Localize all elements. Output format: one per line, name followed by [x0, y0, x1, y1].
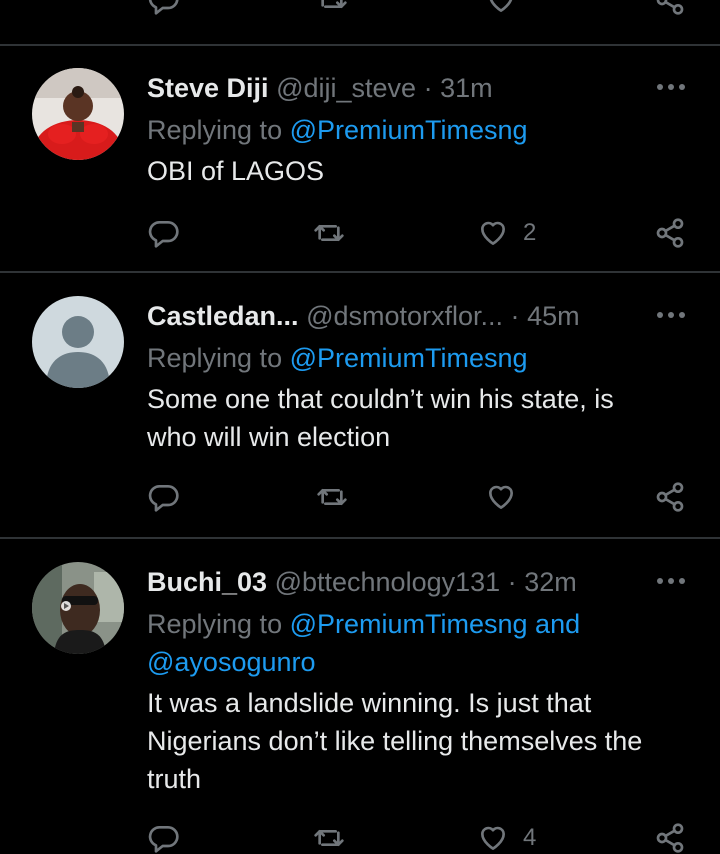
tweet-text-line: Some one that couldn’t win his state, is — [147, 384, 614, 414]
avatar[interactable] — [32, 296, 124, 388]
tweet-header: Buchi_03 @bttechnology131 · 32m — [147, 565, 577, 599]
display-name[interactable]: Buchi_03 — [147, 567, 267, 597]
tweet-text: It was a landslide winning. Is just that… — [147, 684, 707, 798]
replying-prefix: Replying to — [147, 609, 283, 639]
avatar[interactable] — [32, 562, 124, 654]
mention-link[interactable]: @ayosogunro — [147, 647, 316, 677]
divider — [0, 44, 720, 46]
handle[interactable]: @dsmotorxflor... — [306, 301, 503, 331]
timestamp[interactable]: 45m — [527, 301, 580, 331]
share-icon[interactable] — [654, 822, 686, 854]
timestamp[interactable]: 32m — [524, 567, 577, 597]
like-count: 2 — [523, 219, 537, 246]
retweet-icon[interactable] — [312, 217, 346, 249]
tweet-text-line: OBI of LAGOS — [147, 156, 325, 186]
tweet-text-line: Nigerians don’t like telling themselves … — [147, 726, 643, 756]
prev-like-icon[interactable] — [485, 0, 517, 16]
tweet-text-line: truth — [147, 764, 202, 794]
reply-icon[interactable] — [148, 822, 180, 854]
replying-prefix: Replying to — [147, 343, 283, 373]
mention-link[interactable]: @PremiumTimesng and — [290, 609, 581, 639]
tweet-text-line: who will win election — [147, 422, 391, 452]
replying-prefix: Replying to — [147, 115, 283, 145]
tweet-text: Some one that couldn’t win his state, is… — [147, 380, 707, 456]
divider — [0, 537, 720, 539]
reply-icon[interactable] — [148, 481, 180, 513]
display-name[interactable]: Castledan... — [147, 301, 299, 331]
like-icon[interactable] — [485, 481, 517, 513]
tweet-text: OBI of LAGOS — [147, 152, 707, 190]
more-icon[interactable] — [655, 80, 687, 94]
separator: · — [507, 567, 517, 597]
more-icon[interactable] — [655, 574, 687, 588]
prev-retweet-icon[interactable] — [316, 0, 348, 16]
handle[interactable]: @diji_steve — [276, 73, 416, 103]
replying-to: Replying to @PremiumTimesng — [147, 113, 528, 147]
mention-link[interactable]: @PremiumTimesng — [290, 115, 528, 145]
separator: · — [510, 301, 520, 331]
reply-icon[interactable] — [148, 217, 180, 249]
share-icon[interactable] — [654, 481, 686, 513]
tweet-text-line: It was a landslide winning. Is just that — [147, 688, 592, 718]
tweet-header: Castledan... @dsmotorxflor... · 45m — [147, 299, 580, 333]
like-button[interactable]: 2 — [477, 217, 536, 249]
separator: · — [423, 73, 433, 103]
replying-to-continued: @ayosogunro — [147, 645, 316, 679]
handle[interactable]: @bttechnology131 — [275, 567, 501, 597]
like-icon — [477, 217, 509, 249]
prev-reply-icon[interactable] — [148, 0, 180, 16]
like-count: 4 — [523, 824, 537, 851]
retweet-icon[interactable] — [315, 481, 349, 513]
replying-to: Replying to @PremiumTimesng and — [147, 607, 580, 641]
retweet-icon[interactable] — [312, 822, 346, 854]
display-name[interactable]: Steve Diji — [147, 73, 269, 103]
replying-to: Replying to @PremiumTimesng — [147, 341, 528, 375]
share-icon[interactable] — [654, 217, 686, 249]
like-button[interactable]: 4 — [477, 822, 536, 854]
like-icon — [477, 822, 509, 854]
more-icon[interactable] — [655, 308, 687, 322]
divider — [0, 271, 720, 273]
avatar[interactable] — [32, 68, 124, 160]
timestamp[interactable]: 31m — [440, 73, 493, 103]
tweet-header: Steve Diji @diji_steve · 31m — [147, 71, 493, 105]
mention-link[interactable]: @PremiumTimesng — [290, 343, 528, 373]
prev-share-icon[interactable] — [654, 0, 686, 16]
